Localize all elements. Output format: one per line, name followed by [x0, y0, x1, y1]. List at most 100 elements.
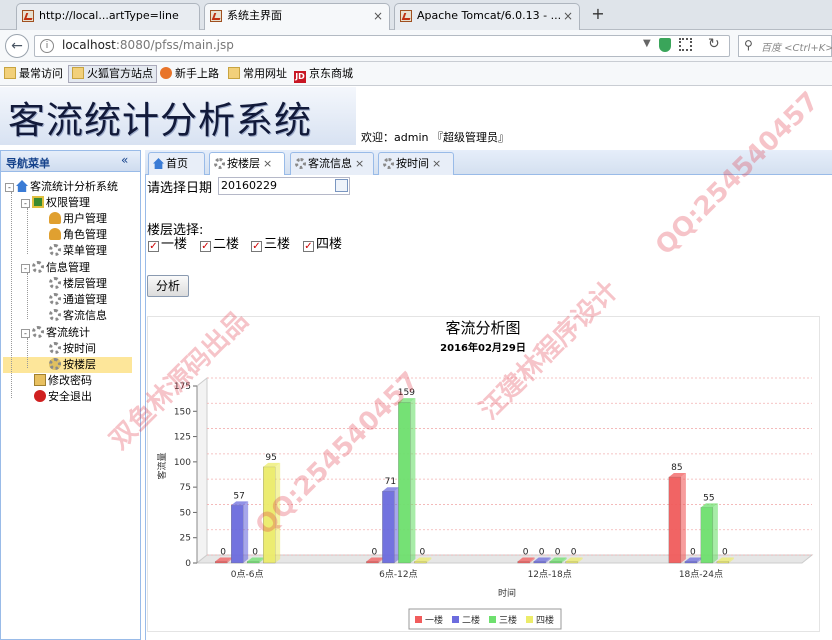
tree-node-menu-mgmt[interactable]: 菜单管理 [49, 243, 107, 258]
checkbox-icon[interactable]: ✓ [303, 241, 314, 252]
back-arrow-icon[interactable]: ← [5, 34, 29, 58]
bookmark-item[interactable]: 常用网址 [228, 66, 287, 82]
tree-node-perm[interactable]: - 权限管理 [21, 195, 90, 210]
close-tab-icon[interactable]: × [373, 4, 383, 28]
user-icon [49, 212, 61, 224]
checkbox-icon[interactable]: ✓ [251, 241, 262, 252]
firefox-icon [160, 67, 172, 79]
data-label: 0 [523, 548, 529, 558]
close-tab-icon[interactable]: × [432, 157, 441, 170]
browser-tab-title: http://local...artType=line [39, 9, 179, 22]
new-tab-button[interactable]: + [588, 4, 608, 26]
tree-node-floor-mgmt[interactable]: 楼层管理 [49, 276, 107, 291]
checkbox-icon[interactable]: ✓ [200, 241, 211, 252]
close-tab-icon[interactable]: × [563, 4, 573, 28]
tab-label: 按时间 [396, 157, 429, 170]
tree-node-by-time[interactable]: 按时间 [49, 341, 96, 356]
tree-node-flow-info[interactable]: 客流信息 [49, 308, 107, 323]
search-input[interactable]: 百度 <Ctrl+K> [761, 39, 832, 54]
url-text[interactable]: localhost:8080/pfss/main.jsp [62, 38, 234, 52]
gear-icon [49, 244, 61, 256]
bar [382, 491, 395, 564]
dropdown-arrow-icon[interactable]: ▼ [643, 38, 651, 49]
tree-node-stats[interactable]: - 客流统计 [21, 325, 90, 340]
y-tick-label: 50 [180, 508, 192, 518]
bar [565, 561, 578, 564]
bar [366, 561, 379, 564]
date-label: 请选择日期 [147, 181, 213, 196]
gear-icon [49, 293, 61, 305]
bookmark-label: 火狐官方站点 [87, 67, 153, 80]
shield-icon[interactable] [659, 38, 671, 52]
browser-tab-2[interactable]: 系统主界面 × [204, 3, 390, 31]
tab-home[interactable]: 首页 [148, 152, 205, 175]
browser-tab-1[interactable]: http://local...artType=line [16, 3, 200, 30]
data-label: 0 [539, 548, 545, 558]
gear-icon [49, 358, 61, 370]
legend-label: 二楼 [462, 614, 480, 626]
legend-swatch [526, 616, 533, 623]
tree-node-change-pwd[interactable]: 修改密码 [34, 373, 92, 388]
bookmark-item[interactable]: 新手上路 [160, 66, 219, 82]
checkbox-label: 四楼 [316, 237, 343, 252]
browser-tab-title: Apache Tomcat/6.0.13 - ... [417, 9, 562, 22]
tab-flow-info[interactable]: 客流信息 × [290, 152, 374, 175]
collapse-toggle-icon[interactable]: - [21, 264, 30, 273]
browser-tab-title: 系统主界面 [227, 9, 282, 22]
legend-label: 四楼 [536, 614, 554, 626]
qr-code-icon[interactable] [679, 38, 692, 51]
floor-checkbox-2[interactable]: ✓ 二楼 [200, 237, 239, 253]
bar-chart: 客流分析图 2016年02月29日 客流量 时间 0 25 50 75 100 125 15… [156, 319, 814, 630]
checkbox-label: 一楼 [161, 237, 188, 252]
bookmark-label: 京东商城 [309, 67, 353, 80]
bookmark-label: 新手上路 [175, 67, 219, 80]
collapse-icon[interactable]: « [121, 153, 128, 167]
tree-node-user-mgmt[interactable]: 用户管理 [49, 211, 107, 226]
tree-node-info[interactable]: - 信息管理 [21, 260, 90, 275]
checkbox-icon[interactable]: ✓ [148, 241, 159, 252]
collapse-toggle-icon[interactable]: - [5, 183, 14, 192]
bar [263, 466, 276, 564]
floor-checkbox-3[interactable]: ✓ 三楼 [251, 237, 290, 253]
search-icon: ⚲ [744, 38, 753, 52]
bookmark-item[interactable]: 火狐官方站点 [68, 65, 157, 83]
y-tick-label: 25 [180, 534, 191, 544]
tree-node-logout[interactable]: 安全退出 [34, 389, 92, 404]
tab-by-floor[interactable]: 按楼层 × [209, 152, 285, 175]
calendar-icon[interactable] [335, 179, 348, 192]
key-icon [34, 374, 46, 386]
browser-tab-3[interactable]: Apache Tomcat/6.0.13 - ... × [394, 3, 580, 30]
bookmark-item[interactable]: JD 京东商城 [294, 66, 353, 83]
collapse-toggle-icon[interactable]: - [21, 199, 30, 208]
close-tab-icon[interactable]: × [263, 157, 272, 170]
tree-label: 修改密码 [48, 374, 92, 387]
reload-icon[interactable]: ↻ [708, 36, 720, 52]
close-tab-icon[interactable]: × [355, 157, 364, 170]
collapse-toggle-icon[interactable]: - [21, 329, 30, 338]
tree-label: 客流统计分析系统 [30, 180, 118, 193]
date-input[interactable]: 20160229 [218, 177, 350, 195]
tab-by-time[interactable]: 按时间 × [378, 152, 454, 175]
tree-node-root[interactable]: - 客流统计分析系统 [5, 179, 118, 194]
legend-swatch [489, 616, 496, 623]
exit-icon [34, 390, 46, 402]
info-icon[interactable]: i [40, 39, 54, 53]
tree-node-by-floor[interactable]: 按楼层 [49, 357, 96, 372]
tree-node-channel-mgmt[interactable]: 通道管理 [49, 292, 107, 307]
data-label: 71 [385, 477, 396, 487]
legend-label: 三楼 [499, 614, 517, 626]
floor-checkbox-4[interactable]: ✓ 四楼 [303, 237, 342, 253]
analyze-button[interactable]: 分析 [147, 275, 189, 297]
data-label: 85 [671, 463, 682, 473]
legend-swatch [415, 616, 422, 623]
chart-title: 客流分析图 [445, 319, 520, 337]
tab-label: 客流信息 [308, 157, 352, 170]
data-label: 95 [265, 453, 276, 463]
tree-label: 权限管理 [46, 196, 90, 209]
gear-icon [49, 309, 61, 321]
bookmark-item[interactable]: 最常访问 [4, 66, 63, 82]
bar [231, 505, 244, 564]
floor-checkbox-1[interactable]: ✓ 一楼 [148, 237, 187, 253]
tree-label: 用户管理 [63, 212, 107, 225]
tree-node-role-mgmt[interactable]: 角色管理 [49, 227, 107, 242]
